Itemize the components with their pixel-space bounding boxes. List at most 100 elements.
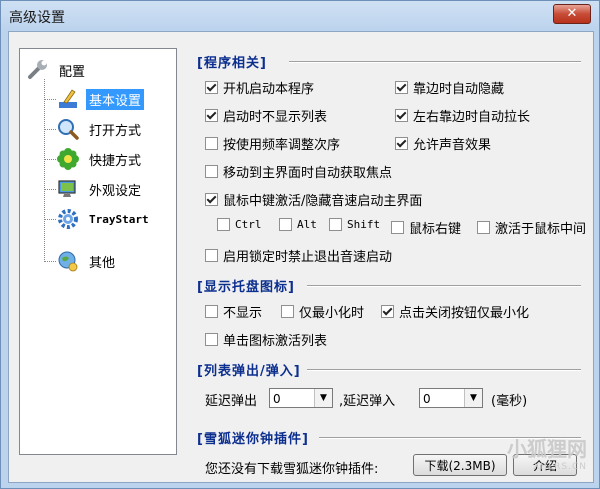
ctrl-checkbox[interactable]: Ctrl bbox=[217, 218, 262, 231]
popup-section-title: [列表弹出/弹入] bbox=[197, 364, 301, 379]
checkbox-box[interactable] bbox=[205, 109, 218, 122]
title-bar[interactable]: 高级设置 ✕ bbox=[1, 1, 599, 31]
dialog-body: 配置 基本设置 打开方式 快捷方式 外观设定 TrayStart 其他 [程序相… bbox=[8, 31, 594, 483]
delay-in-label: ,延迟弹入 bbox=[339, 394, 396, 409]
checkbox-box[interactable] bbox=[217, 218, 230, 231]
tree-item-shortcut[interactable]: 快捷方式 bbox=[56, 146, 144, 172]
section-divider bbox=[307, 285, 581, 287]
startup-checkbox[interactable]: 开机启动本程序 bbox=[205, 78, 314, 97]
sound-checkbox[interactable]: 允许声音效果 bbox=[395, 134, 491, 153]
magnifier-icon bbox=[58, 119, 79, 140]
right-button-checkbox[interactable]: 鼠标右键 bbox=[391, 218, 461, 237]
checkbox-box[interactable] bbox=[205, 193, 218, 206]
checkbox-box[interactable] bbox=[279, 218, 292, 231]
delay-out-label: 延迟弹出 bbox=[205, 394, 258, 409]
checkbox-box[interactable] bbox=[205, 305, 218, 318]
checkbox-box[interactable] bbox=[329, 218, 342, 231]
flower-icon bbox=[57, 148, 79, 170]
download-button[interactable]: 下载(2.3MB) bbox=[413, 454, 507, 476]
checkbox-label: Ctrl bbox=[235, 218, 262, 231]
tree-branch bbox=[44, 189, 56, 190]
checkbox-label: 仅最小化时 bbox=[299, 306, 365, 321]
checkbox-box[interactable] bbox=[395, 137, 408, 150]
tree-guide-line bbox=[44, 79, 45, 262]
checkbox-label: 鼠标右键 bbox=[409, 222, 462, 237]
tree-branch bbox=[44, 261, 56, 262]
checkbox-box[interactable] bbox=[381, 305, 394, 318]
tray-section-title: [显示托盘图标] bbox=[197, 280, 295, 295]
delay-in-value: 0 bbox=[423, 392, 431, 406]
checkbox-box[interactable] bbox=[281, 305, 294, 318]
tree-item-label: 快捷方式 bbox=[89, 153, 142, 169]
tree-item-open[interactable]: 打开方式 bbox=[56, 116, 144, 142]
edge-stretch-checkbox[interactable]: 左右靠边时自动拉长 bbox=[395, 106, 530, 125]
tree-item-label: TrayStart bbox=[89, 212, 149, 226]
edge-hide-checkbox[interactable]: 靠边时自动隐藏 bbox=[395, 78, 504, 97]
checkbox-box[interactable] bbox=[391, 221, 404, 234]
checkbox-label: Shift bbox=[347, 218, 381, 231]
checkbox-label: 按使用频率调整次序 bbox=[223, 138, 341, 153]
checkbox-label: Alt bbox=[297, 218, 317, 231]
checkbox-label: 允许声音效果 bbox=[413, 138, 492, 153]
tree-branch bbox=[44, 219, 56, 220]
checkbox-label: 鼠标中键激活/隐藏音速启动主界面 bbox=[223, 194, 423, 209]
tree-branch bbox=[44, 159, 56, 160]
at-middle-checkbox[interactable]: 激活于鼠标中间 bbox=[477, 218, 586, 237]
tree-root[interactable]: 配置 bbox=[26, 59, 88, 81]
checkbox-label: 不显示 bbox=[223, 306, 263, 321]
no-list-checkbox[interactable]: 启动时不显示列表 bbox=[205, 106, 327, 125]
checkbox-box[interactable] bbox=[477, 221, 490, 234]
tree-root-label: 配置 bbox=[59, 64, 86, 80]
gear-icon bbox=[58, 209, 78, 229]
chevron-down-icon[interactable]: ▼ bbox=[464, 389, 482, 407]
tree-item-appearance[interactable]: 外观设定 bbox=[56, 176, 144, 202]
monitor-icon bbox=[58, 180, 76, 197]
chevron-down-icon[interactable]: ▼ bbox=[314, 389, 332, 407]
tree-branch bbox=[44, 99, 56, 100]
tray-min-only-checkbox[interactable]: 仅最小化时 bbox=[281, 302, 364, 321]
checkbox-label: 左右靠边时自动拉长 bbox=[413, 110, 531, 125]
tree-item-basic[interactable]: 基本设置 bbox=[56, 86, 145, 112]
auto-focus-checkbox[interactable]: 移动到主界面时自动获取焦点 bbox=[205, 162, 392, 181]
delay-out-select[interactable]: 0 ▼ bbox=[269, 388, 333, 408]
checkbox-label: 靠边时自动隐藏 bbox=[413, 82, 505, 97]
clock-notice: 您还没有下载雪狐迷你钟插件: bbox=[205, 462, 379, 477]
delay-in-select[interactable]: 0 ▼ bbox=[419, 388, 483, 408]
globe-icon bbox=[58, 251, 78, 272]
alt-checkbox[interactable]: Alt bbox=[279, 218, 317, 231]
tree-item-label: 基本设置 bbox=[86, 88, 145, 110]
tree-item-traystart[interactable]: TrayStart bbox=[56, 206, 152, 232]
checkbox-label: 单击图标激活列表 bbox=[223, 334, 328, 349]
checkbox-label: 激活于鼠标中间 bbox=[495, 222, 587, 237]
checkbox-box[interactable] bbox=[205, 165, 218, 178]
checkbox-label: 移动到主界面时自动获取焦点 bbox=[223, 166, 393, 181]
checkbox-box[interactable] bbox=[395, 81, 408, 94]
close-button[interactable]: ✕ bbox=[553, 4, 591, 24]
click-activate-checkbox[interactable]: 单击图标激活列表 bbox=[205, 330, 327, 349]
tree-item-other[interactable]: 其他 bbox=[56, 248, 118, 274]
unit-label: (毫秒) bbox=[491, 394, 528, 409]
checkbox-label: 开机启动本程序 bbox=[223, 82, 315, 97]
tree-item-label: 其他 bbox=[89, 255, 116, 271]
lock-disable-checkbox[interactable]: 启用锁定时禁止退出音速启动 bbox=[205, 246, 392, 265]
checkbox-box[interactable] bbox=[205, 333, 218, 346]
wrench-icon bbox=[28, 60, 47, 79]
middle-click-checkbox[interactable]: 鼠标中键激活/隐藏音速启动主界面 bbox=[205, 190, 422, 209]
checkbox-box[interactable] bbox=[205, 81, 218, 94]
watermark-logo: 小狐狸网 XHLRS.CN bbox=[507, 433, 587, 472]
delay-out-value: 0 bbox=[273, 392, 281, 406]
checkbox-box[interactable] bbox=[205, 137, 218, 150]
watermark-text: 小狐狸网 bbox=[507, 437, 587, 461]
watermark-subtext: XHLRS.CN bbox=[533, 462, 587, 472]
section-divider bbox=[307, 369, 581, 371]
tree-item-label: 外观设定 bbox=[89, 183, 142, 199]
checkbox-box[interactable] bbox=[395, 109, 408, 122]
close-minimize-checkbox[interactable]: 点击关闭按钮仅最小化 bbox=[381, 302, 529, 321]
brush-icon bbox=[59, 89, 77, 108]
freq-order-checkbox[interactable]: 按使用频率调整次序 bbox=[205, 134, 340, 153]
tree-branch bbox=[44, 129, 56, 130]
category-tree: 配置 基本设置 打开方式 快捷方式 外观设定 TrayStart 其他 bbox=[19, 48, 177, 455]
checkbox-box[interactable] bbox=[205, 249, 218, 262]
shift-checkbox[interactable]: Shift bbox=[329, 218, 380, 231]
tray-hide-checkbox[interactable]: 不显示 bbox=[205, 302, 262, 321]
